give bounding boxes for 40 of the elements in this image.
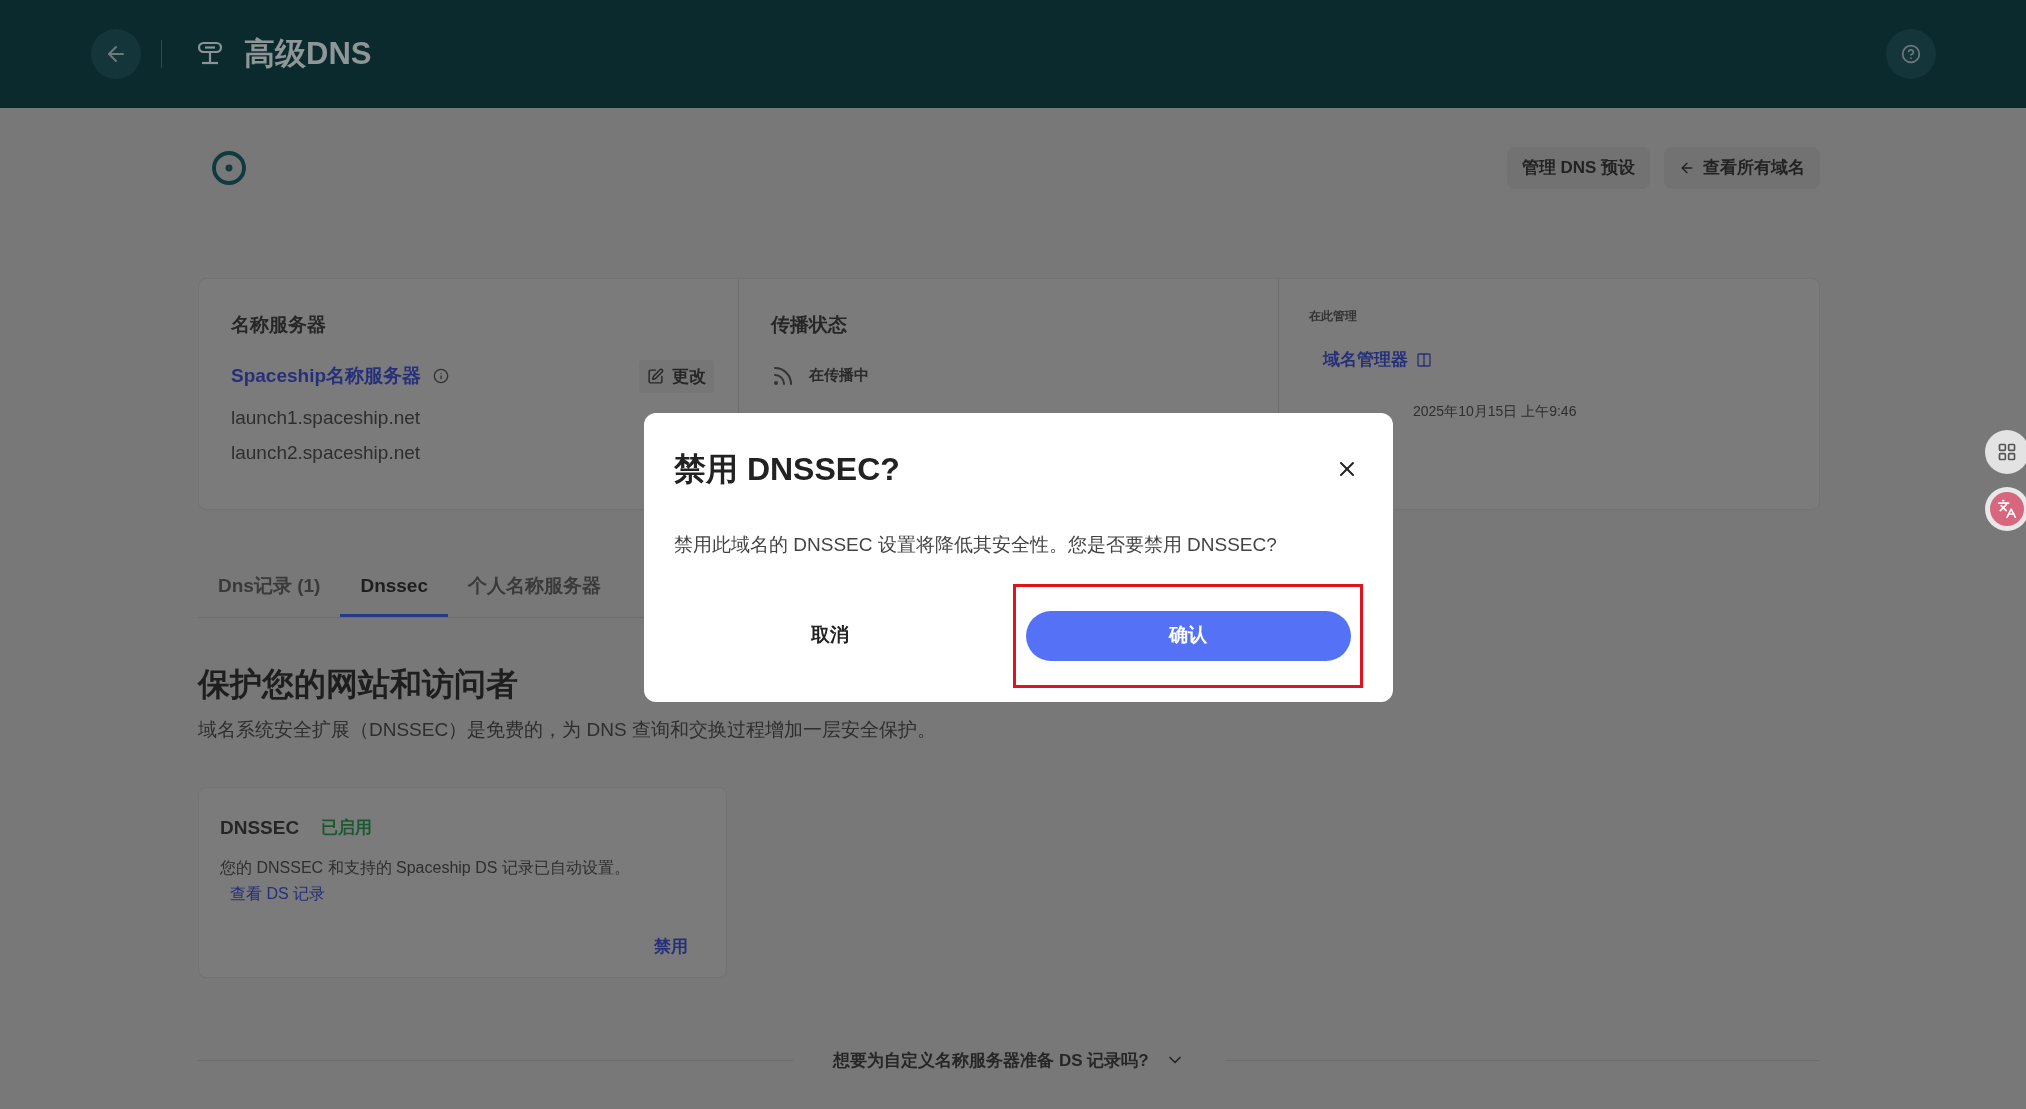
status-label: 已启用: [321, 817, 373, 839]
propagation-status: 在传播中: [809, 365, 869, 386]
dialog-message: 禁用此域名的 DNSSEC 设置将降低其安全性。您是否要禁用 DNSSEC?: [674, 533, 1278, 557]
panel-icon: [1416, 351, 1432, 368]
tab[interactable]: Dns记录 (1): [198, 559, 341, 617]
nameserver-provider-link[interactable]: Spaceship名称服务器: [231, 362, 422, 391]
last-updated-text: 2025年10月15日 上午9:46: [1413, 401, 1578, 421]
nameserver-address: launch1.spaceship.net: [231, 406, 422, 430]
propagation-heading: 传播状态: [771, 313, 848, 337]
target-icon: [211, 149, 247, 186]
confirm-button[interactable]: 确认: [1025, 610, 1351, 661]
ai-tools-button[interactable]: [1985, 430, 2026, 474]
info-icon: [433, 368, 450, 385]
help-button[interactable]: [1886, 29, 1936, 79]
manage-presets-button[interactable]: 管理 DNS 预设: [1506, 146, 1650, 189]
nameserver-address: launch2.spaceship.net: [231, 441, 422, 465]
tab[interactable]: 个人名称服务器: [448, 559, 621, 617]
section-description: 域名系统安全扩展（DNSSEC）是免费的，为 DNS 查询和交换过程增加一层安全保护。: [198, 718, 937, 742]
translate-button[interactable]: [1985, 487, 2026, 531]
dnssec-description: 您的 DNSSEC 和支持的 Spaceship DS 记录已自动设置。: [220, 858, 631, 878]
back-button[interactable]: [91, 29, 141, 79]
dialog-title: 禁用 DNSSEC?: [674, 450, 900, 489]
edit-icon: [647, 367, 664, 385]
dnssec-title: DNSSEC: [220, 815, 300, 840]
page-title: 高级DNS: [244, 34, 372, 73]
grid-icon: [1997, 442, 2017, 462]
view-all-domains-button[interactable]: 查看所有域名: [1664, 146, 1820, 189]
disable-button[interactable]: 禁用: [648, 932, 694, 962]
nameservers-heading: 名称服务器: [231, 313, 327, 337]
edit-button[interactable]: 更改: [639, 359, 714, 393]
router-icon: [196, 41, 224, 67]
view-ds-records-link[interactable]: 查看 DS 记录: [230, 882, 326, 906]
section-heading: 保护您的网站和访问者: [198, 665, 519, 704]
tab[interactable]: Dnssec: [340, 559, 448, 617]
cancel-button[interactable]: 取消: [674, 610, 986, 661]
translate-icon: [1990, 492, 2024, 526]
domain-manager-link[interactable]: 域名管理器: [1323, 347, 1408, 373]
help-icon: [1901, 44, 1921, 64]
managed-here-label: 在此管理: [1309, 308, 1358, 325]
ds-records-expander[interactable]: 想要为自定义名称服务器准备 DS 记录吗?: [793, 1047, 1225, 1073]
